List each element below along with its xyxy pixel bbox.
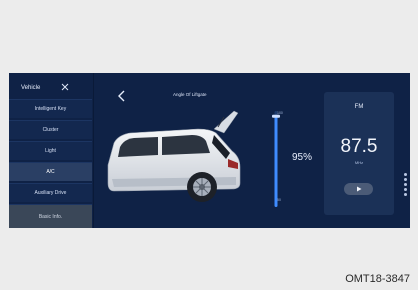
- infotainment-screen: Vehicle Intelligent Key Cluster Light A/…: [9, 73, 410, 228]
- radio-frequency: 87.5: [340, 136, 378, 157]
- panel-divider: [93, 73, 94, 228]
- sidebar-item-light[interactable]: Light: [9, 141, 92, 160]
- radio-band: FM: [354, 104, 364, 110]
- back-arrow-icon[interactable]: [117, 90, 127, 102]
- play-button[interactable]: [344, 183, 373, 195]
- status-dot-icon: [403, 178, 407, 181]
- sidebar-item-cluster[interactable]: Cluster: [9, 120, 92, 139]
- sidebar-item-label: Cluster: [42, 127, 59, 133]
- sidebar-header: Vehicle: [9, 77, 92, 99]
- gauge-min-label: 50: [277, 198, 281, 202]
- liftgate-angle-title: Angle Of Liftgate: [173, 92, 207, 97]
- sidebar-item-label: Light: [45, 148, 56, 154]
- sidebar-title: Vehicle: [21, 85, 41, 91]
- close-icon[interactable]: [60, 82, 70, 92]
- radio-widget[interactable]: FM 87.5 MHz: [324, 92, 394, 215]
- sidebar-item-label: Auxiliary Drive: [34, 190, 67, 196]
- gauge-max-label: 100: [277, 111, 283, 115]
- status-icon-strip: [402, 173, 408, 213]
- sidebar-item-auxiliary-drive[interactable]: Auxiliary Drive: [9, 183, 92, 202]
- vehicle-image: [107, 110, 241, 202]
- sidebar-item-label: A/C: [46, 169, 55, 175]
- radio-unit: MHz: [354, 160, 364, 165]
- sidebar-item-label: Basic Info.: [38, 213, 63, 220]
- sidebar-item-label: Intelligent Key: [34, 106, 67, 112]
- status-dot-icon: [403, 193, 407, 196]
- page: Vehicle Intelligent Key Cluster Light A/…: [0, 0, 418, 290]
- sidebar-item-ac[interactable]: A/C: [9, 162, 92, 181]
- sidebar-item-basic-info[interactable]: Basic Info.: [9, 204, 92, 228]
- sidebar-item-intelligent-key[interactable]: Intelligent Key: [9, 99, 92, 118]
- status-dot-icon: [403, 173, 407, 176]
- status-dot-icon: [403, 183, 407, 186]
- liftgate-percent: 95%: [292, 152, 313, 163]
- vehicle-sidebar: Vehicle Intelligent Key Cluster Light A/…: [9, 77, 92, 228]
- figure-caption: OMT18-3847: [345, 273, 410, 285]
- liftgate-angle-gauge[interactable]: [271, 109, 281, 209]
- play-icon: [356, 186, 361, 192]
- status-dot-icon: [403, 188, 407, 191]
